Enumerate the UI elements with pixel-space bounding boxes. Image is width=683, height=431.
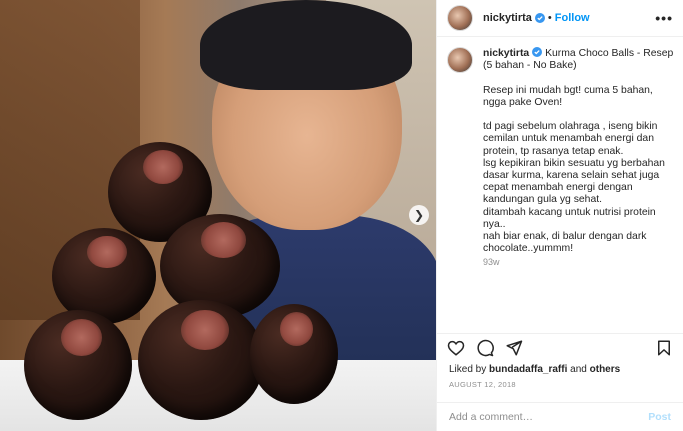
heart-icon[interactable] [447, 339, 465, 357]
likes-summary: Liked by bundadaffa_raffi and others [449, 364, 620, 375]
choco-ball [138, 300, 264, 420]
person-hair [200, 0, 412, 90]
likes-prefix: Liked by [449, 364, 490, 375]
post-header: nickytirta • Follow ••• [437, 0, 683, 37]
post-details-panel: nickytirta • Follow ••• nickytirta Kurma… [436, 0, 683, 431]
post-date[interactable]: AUGUST 12, 2018 [449, 380, 516, 389]
post-photo[interactable]: ❯ [0, 0, 436, 431]
bookmark-icon[interactable] [655, 339, 673, 357]
header-username[interactable]: nickytirta [483, 12, 532, 24]
post-comment-button[interactable]: Post [648, 411, 671, 423]
verified-badge-icon [532, 47, 543, 57]
likes-others-link[interactable]: others [590, 364, 621, 375]
comment-bubble-icon[interactable] [476, 339, 494, 357]
next-image-button[interactable]: ❯ [409, 205, 429, 225]
caption: nickytirta Kurma Choco Balls - Resep (5 … [447, 47, 675, 332]
liked-by-user[interactable]: bundadaffa_raffi [489, 364, 567, 375]
choco-ball [24, 310, 132, 420]
choco-ball [52, 228, 156, 324]
caption-time-ago[interactable]: 93w [483, 257, 675, 267]
caption-username[interactable]: nickytirta [483, 48, 529, 59]
chevron-right-icon: ❯ [413, 208, 425, 222]
verified-badge-icon [534, 13, 545, 23]
caption-avatar[interactable] [447, 47, 473, 73]
caption-text: Kurma Choco Balls - Resep (5 bahan - No … [483, 48, 674, 255]
comment-bar: Post [437, 402, 683, 431]
choco-ball [250, 304, 338, 404]
separator-dot: • [547, 12, 552, 24]
follow-button[interactable]: Follow [555, 12, 590, 24]
comment-input[interactable] [449, 411, 649, 423]
paper-plane-icon[interactable] [505, 339, 523, 357]
caption-body: nickytirta Kurma Choco Balls - Resep (5 … [483, 47, 675, 255]
likes-suffix: and [567, 364, 590, 375]
avatar[interactable] [447, 5, 473, 31]
action-bar [437, 333, 683, 361]
more-options-button[interactable]: ••• [655, 10, 673, 26]
